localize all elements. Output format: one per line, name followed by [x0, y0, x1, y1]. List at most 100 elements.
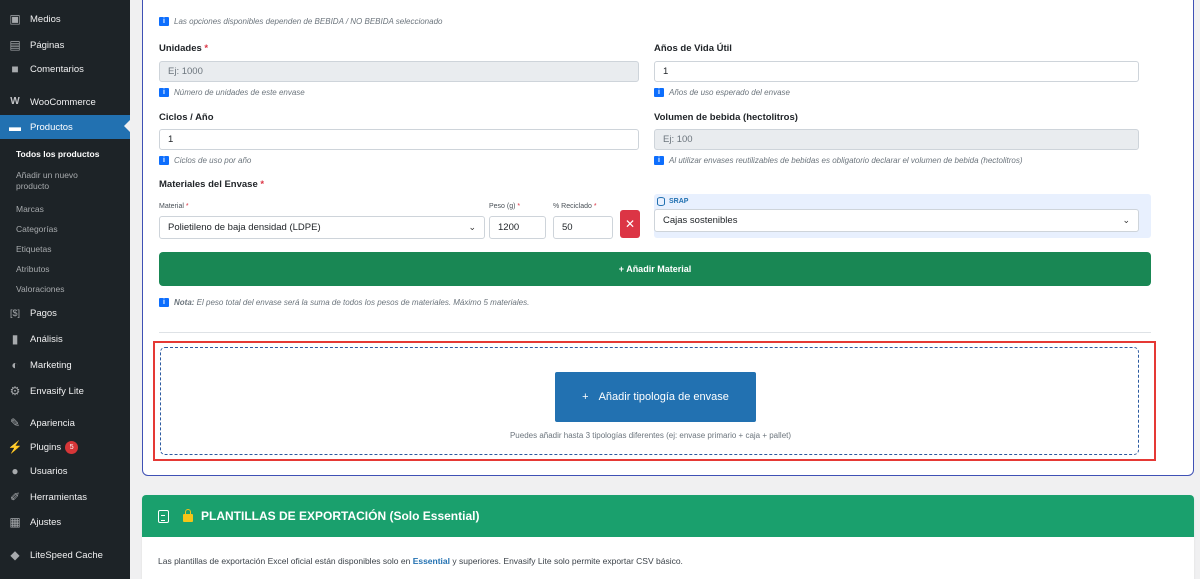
- unidades-label: Unidades *: [159, 43, 208, 54]
- templates-description: Las plantillas de exportación Excel ofic…: [158, 556, 683, 566]
- submenu-categorias[interactable]: Categorías: [16, 224, 126, 235]
- note-label: Nota:: [174, 298, 195, 307]
- required-mark: *: [204, 43, 209, 54]
- templates-header: PLANTILLAS DE EXPORTACIÓN (Solo Essentia…: [142, 495, 1194, 537]
- close-icon: ✕: [624, 217, 636, 231]
- menu-label: Productos: [30, 121, 73, 133]
- menu-label: WooCommerce: [30, 96, 96, 108]
- reciclado-input[interactable]: [553, 216, 613, 239]
- document-icon: [158, 509, 169, 523]
- select-value: Polietileno de baja densidad (LDPE): [168, 222, 321, 233]
- note-text: El peso total del envase será la suma de…: [194, 298, 530, 307]
- analytics-icon: ▮: [11, 332, 19, 346]
- info-icon: i: [654, 156, 664, 165]
- menu-item-ajustes[interactable]: ▦ Ajustes: [0, 511, 130, 533]
- srap-panel: SRAP Cajas sostenibles ⌄: [654, 194, 1151, 238]
- text: Las plantillas de exportación Excel ofic…: [158, 556, 413, 566]
- anos-vida-input[interactable]: [654, 61, 1139, 82]
- info-icon: i: [159, 156, 169, 165]
- main-content: i Las opciones disponibles dependen de B…: [130, 0, 1200, 579]
- unidades-help: i Número de unidades de este envase: [159, 88, 305, 97]
- menu-item-analisis[interactable]: ▮ Análisis: [0, 328, 130, 350]
- hint-text: Las opciones disponibles dependen de BEB…: [174, 17, 443, 26]
- menu-item-marketing[interactable]: ◐ Marketing: [0, 354, 130, 376]
- database-icon: [657, 197, 665, 206]
- peso-input[interactable]: [489, 216, 546, 239]
- materiales-title: Materiales del Envase *: [159, 179, 264, 190]
- lock-icon: [183, 509, 193, 522]
- volumen-input[interactable]: [654, 129, 1139, 150]
- required-mark: *: [517, 203, 521, 210]
- divider: [159, 332, 1151, 333]
- products-icon: ▬: [9, 120, 21, 134]
- volumen-help: i Al utilizar envases reutilizables de b…: [654, 156, 1023, 165]
- menu-item-woocommerce[interactable]: W WooCommerce: [0, 91, 130, 113]
- unidades-input[interactable]: [159, 61, 639, 82]
- menu-item-envasify[interactable]: ⚙ Envasify Lite: [0, 380, 130, 402]
- info-icon: i: [159, 88, 169, 97]
- submenu-todos-productos[interactable]: Todos los productos: [16, 149, 126, 160]
- select-value: Cajas sostenibles: [663, 215, 738, 226]
- menu-label: Usuarios: [30, 465, 68, 477]
- submenu-valoraciones[interactable]: Valoraciones: [16, 284, 126, 295]
- label-text: Peso (g): [489, 203, 516, 210]
- chevron-down-icon: ⌄: [468, 222, 476, 232]
- litespeed-icon: ◆: [10, 548, 20, 562]
- required-mark: *: [260, 179, 265, 190]
- label-text: SRAP: [669, 198, 689, 205]
- menu-item-litespeed[interactable]: ◆ LiteSpeed Cache: [0, 544, 130, 566]
- menu-item-apariencia[interactable]: ✎ Apariencia: [0, 412, 130, 434]
- info-icon: i: [159, 298, 169, 307]
- material-select[interactable]: Polietileno de baja densidad (LDPE) ⌄: [159, 216, 485, 239]
- menu-label: Marketing: [30, 359, 72, 371]
- packaging-typology-form: i Las opciones disponibles dependen de B…: [142, 0, 1194, 476]
- anos-vida-help: i Años de uso esperado del envase: [654, 88, 790, 97]
- plugins-icon: ⚡: [7, 440, 23, 454]
- hint-text: Años de uso esperado del envase: [669, 88, 790, 97]
- menu-label: Análisis: [30, 333, 63, 345]
- submenu-anadir-producto[interactable]: Añadir un nuevo producto: [16, 170, 106, 192]
- submenu-etiquetas[interactable]: Etiquetas: [16, 244, 126, 255]
- srap-label: SRAP: [657, 197, 688, 206]
- srap-select[interactable]: Cajas sostenibles ⌄: [654, 209, 1139, 232]
- menu-label: Envasify Lite: [30, 385, 84, 397]
- text: y superiores. Envasify Lite solo permite…: [450, 556, 683, 566]
- menu-item-plugins[interactable]: ⚡ Plugins 5: [0, 436, 130, 458]
- envasify-icon: ⚙: [9, 384, 21, 398]
- menu-item-medios[interactable]: ▣ Medios: [0, 8, 130, 30]
- menu-label: Herramientas: [30, 491, 88, 503]
- tools-icon: ✐: [9, 490, 21, 504]
- remove-material-button[interactable]: ✕: [620, 210, 640, 238]
- label-text: Unidades: [159, 43, 202, 54]
- menu-item-paginas[interactable]: ▤ Páginas: [0, 34, 130, 56]
- menu-label: Comentarios: [30, 63, 84, 75]
- menu-label: Apariencia: [30, 417, 75, 429]
- export-templates-card: PLANTILLAS DE EXPORTACIÓN (Solo Essentia…: [142, 495, 1194, 579]
- menu-item-pagos[interactable]: [$] Pagos: [0, 302, 130, 324]
- hint-text: Ciclos de uso por año: [174, 156, 252, 165]
- menu-item-comentarios[interactable]: ■ Comentarios: [0, 58, 130, 80]
- button-label: Añadir tipología de envase: [598, 391, 729, 403]
- material-label: Material *: [159, 203, 189, 210]
- plugins-update-badge: 5: [65, 440, 79, 454]
- info-icon: i: [654, 88, 664, 97]
- payments-icon: [$]: [9, 307, 20, 318]
- pages-icon: ▤: [9, 38, 21, 52]
- ciclos-input[interactable]: [159, 129, 639, 150]
- menu-item-usuarios[interactable]: ● Usuarios: [0, 460, 130, 482]
- required-mark: *: [185, 203, 189, 210]
- menu-item-herramientas[interactable]: ✐ Herramientas: [0, 486, 130, 508]
- materials-note: i Nota: El peso total del envase será la…: [159, 298, 529, 307]
- appearance-icon: ✎: [9, 416, 21, 430]
- menu-item-productos[interactable]: ▬ Productos: [0, 115, 130, 139]
- hint-text: Número de unidades de este envase: [174, 88, 305, 97]
- volumen-label: Volumen de bebida (hectolitros): [654, 112, 798, 123]
- plan-name: Essential: [412, 556, 451, 566]
- submenu-marcas[interactable]: Marcas: [16, 204, 126, 215]
- hint-text: Al utilizar envases reutilizables de beb…: [669, 156, 1023, 165]
- add-typology-button[interactable]: + Añadir tipología de envase: [555, 372, 756, 422]
- menu-label: Medios: [30, 13, 61, 25]
- add-material-button[interactable]: + Añadir Material: [159, 252, 1151, 286]
- users-icon: ●: [11, 464, 19, 478]
- submenu-atributos[interactable]: Atributos: [16, 264, 126, 275]
